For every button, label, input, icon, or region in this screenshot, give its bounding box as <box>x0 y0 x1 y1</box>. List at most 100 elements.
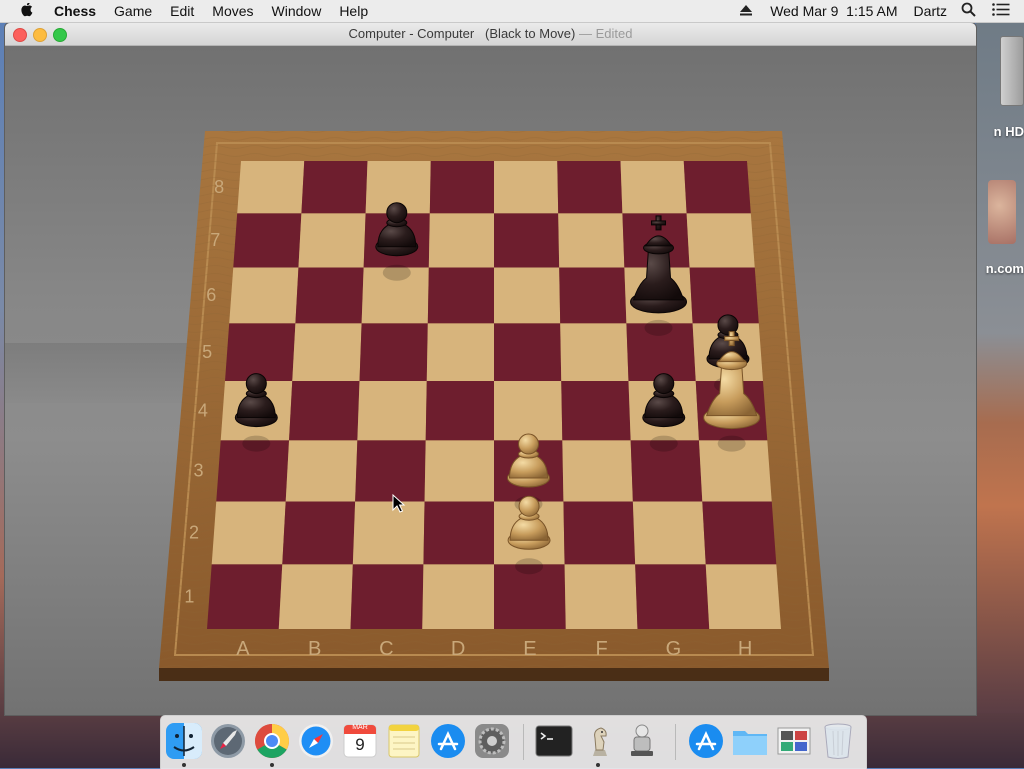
square-f8[interactable] <box>557 161 623 214</box>
square-b8[interactable] <box>301 161 368 214</box>
chess-board-scene[interactable]: 8 7 6 5 4 3 2 1 A B C D E F G H <box>5 23 976 715</box>
square-h8[interactable] <box>683 161 751 214</box>
square-a5[interactable] <box>225 323 296 381</box>
board-squares[interactable] <box>207 161 781 629</box>
trash-icon[interactable] <box>819 722 857 760</box>
app-store-download-icon[interactable] <box>687 722 725 760</box>
square-d3[interactable] <box>424 440 494 502</box>
chrome-icon[interactable] <box>253 722 291 760</box>
rank-label-1: 1 <box>184 586 194 606</box>
hard-disk-icon[interactable] <box>1000 36 1024 106</box>
safari-icon[interactable] <box>297 722 335 760</box>
calendar-day: 9 <box>355 735 365 754</box>
square-c1[interactable] <box>350 564 424 629</box>
square-c5[interactable] <box>359 323 428 381</box>
square-e8[interactable] <box>494 161 559 214</box>
menubar-user[interactable]: Dartz <box>914 3 947 19</box>
square-a6[interactable] <box>229 267 299 324</box>
desktop-file-icon[interactable] <box>988 180 1016 244</box>
spotlight-search-icon[interactable] <box>961 2 976 20</box>
notification-center-icon[interactable] <box>992 3 1010 19</box>
square-g2[interactable] <box>632 501 706 565</box>
app-store-icon[interactable] <box>429 722 467 760</box>
window-title-text: Computer - Computer (Black to Move) <box>348 26 576 41</box>
rank-label-7: 7 <box>210 230 220 250</box>
file-label-d: D <box>451 638 465 660</box>
rank-label-6: 6 <box>206 285 216 305</box>
square-e5[interactable] <box>494 323 562 381</box>
square-a8[interactable] <box>237 161 305 214</box>
square-c2[interactable] <box>352 501 425 565</box>
desktop-label-com[interactable]: n.com <box>986 261 1024 276</box>
menubar-clock[interactable]: Wed Mar 9 1:15 AM <box>770 3 897 19</box>
square-b7[interactable] <box>298 213 366 268</box>
square-e6[interactable] <box>494 267 561 324</box>
dock-separator <box>523 724 524 760</box>
square-f2[interactable] <box>563 501 636 565</box>
desktop-label-hd[interactable]: n HD <box>994 124 1024 139</box>
file-label-b: B <box>308 638 321 660</box>
launchpad-icon[interactable] <box>209 722 247 760</box>
terminal-icon[interactable] <box>535 722 573 760</box>
chess-icon[interactable] <box>579 722 617 760</box>
calendar-icon[interactable]: MAR 9 <box>341 722 379 760</box>
square-e7[interactable] <box>494 213 560 268</box>
automator-icon[interactable] <box>623 722 661 760</box>
file-label-g: G <box>666 638 682 660</box>
menu-edit[interactable]: Edit <box>161 0 203 22</box>
menu-help[interactable]: Help <box>330 0 377 22</box>
file-label-f: F <box>596 638 608 660</box>
menu-app-chess[interactable]: Chess <box>52 0 105 22</box>
square-f3[interactable] <box>562 440 633 502</box>
square-d2[interactable] <box>423 501 494 565</box>
square-b3[interactable] <box>285 440 358 502</box>
file-label-e: E <box>523 638 536 660</box>
menu-moves[interactable]: Moves <box>203 0 262 22</box>
square-h2[interactable] <box>702 501 777 565</box>
square-d8[interactable] <box>429 161 494 214</box>
system-preferences-icon[interactable] <box>473 722 511 760</box>
square-e4[interactable] <box>494 380 563 441</box>
square-f4[interactable] <box>561 380 631 441</box>
square-d1[interactable] <box>422 564 494 629</box>
square-h1[interactable] <box>705 564 781 629</box>
square-f6[interactable] <box>559 267 627 324</box>
rank-label-3: 3 <box>193 461 203 481</box>
notes-icon[interactable] <box>385 722 423 760</box>
square-h7[interactable] <box>686 213 755 268</box>
square-b1[interactable] <box>278 564 353 629</box>
apple-menu-icon[interactable] <box>18 2 36 20</box>
square-f5[interactable] <box>560 323 629 381</box>
square-f1[interactable] <box>564 564 638 629</box>
square-f7[interactable] <box>558 213 625 268</box>
square-a7[interactable] <box>233 213 302 268</box>
chrome-running-dot <box>270 763 274 767</box>
square-d5[interactable] <box>426 323 494 381</box>
square-b4[interactable] <box>289 380 360 441</box>
square-a2[interactable] <box>211 501 286 565</box>
finder-icon[interactable] <box>165 722 203 760</box>
square-h6[interactable] <box>689 267 759 324</box>
folder-icon[interactable] <box>731 722 769 760</box>
square-g8[interactable] <box>620 161 687 214</box>
square-c4[interactable] <box>357 380 427 441</box>
square-b5[interactable] <box>292 323 362 381</box>
square-d6[interactable] <box>427 267 494 324</box>
window-titlebar[interactable]: Computer - Computer (Black to Move) — Ed… <box>5 23 976 46</box>
rank-label-5: 5 <box>202 342 212 362</box>
square-b6[interactable] <box>295 267 364 324</box>
square-b2[interactable] <box>282 501 356 565</box>
menu-game[interactable]: Game <box>105 0 161 22</box>
menu-window[interactable]: Window <box>263 0 331 22</box>
square-a1[interactable] <box>207 564 283 629</box>
photos-stack-icon[interactable] <box>775 722 813 760</box>
rank-label-4: 4 <box>198 400 208 420</box>
square-d4[interactable] <box>425 380 494 441</box>
window-edited-label: — Edited <box>575 26 633 41</box>
file-label-a: A <box>236 638 250 660</box>
eject-icon[interactable] <box>740 3 753 19</box>
square-g1[interactable] <box>635 564 710 629</box>
window-title: Computer - Computer (Black to Move) — Ed… <box>5 23 976 45</box>
square-d7[interactable] <box>428 213 494 268</box>
square-c3[interactable] <box>355 440 426 502</box>
